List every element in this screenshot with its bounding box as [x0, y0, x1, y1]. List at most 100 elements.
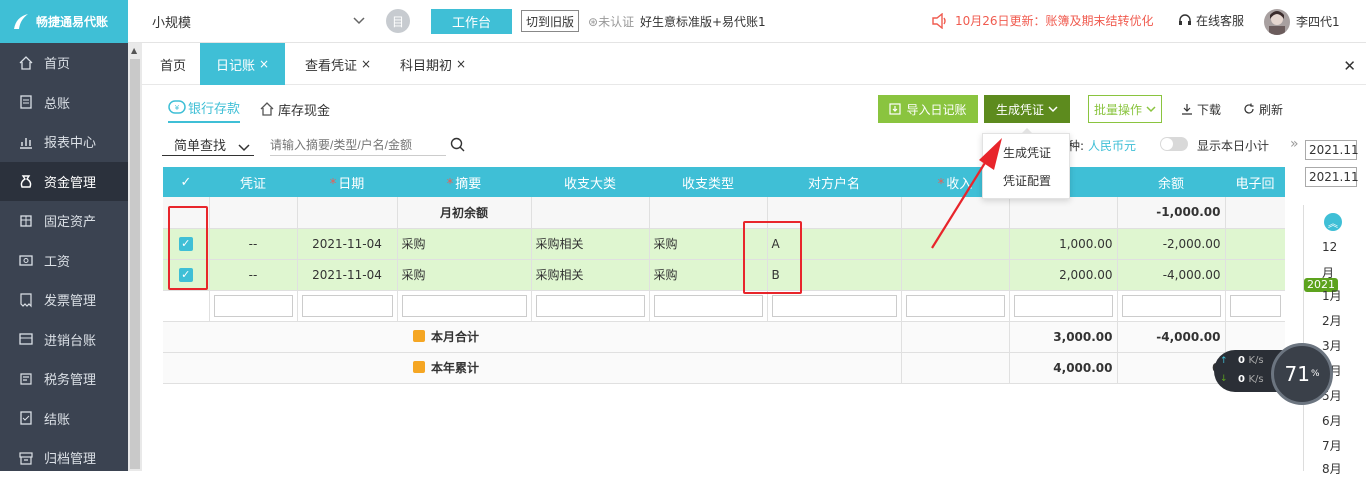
month-item[interactable]: 12 [1322, 240, 1337, 254]
expense-cell[interactable]: 2,000.00 [1009, 259, 1118, 291]
update-notice-text: 10月26日更新：账簿及期末结转优化 [955, 14, 1154, 28]
generate-voucher-button[interactable]: 生成凭证 [984, 95, 1070, 123]
close-icon[interactable]: × [259, 57, 269, 71]
column-header-label: ✓ [180, 174, 192, 190]
tab-home[interactable]: 首页 [144, 43, 202, 85]
table-row[interactable]: ✓ -- 2021-11-04 采购 采购相关 采购 B 2,000.00 -4… [163, 259, 1285, 291]
tab-journal[interactable]: 日记账 × [200, 43, 286, 85]
import-journal-button[interactable]: 导入日记账 [878, 95, 978, 123]
month-item[interactable]: 3月 [1322, 337, 1342, 354]
column-header: 凭证 [209, 167, 297, 197]
date-cell[interactable]: 2021-11-04 [297, 259, 398, 291]
expand-icon[interactable]: » [1290, 136, 1299, 152]
update-notice[interactable]: 10月26日更新：账簿及期末结转优化 [931, 12, 1154, 29]
sidebar-item-5[interactable]: 工资 [0, 241, 128, 281]
sidebar-item-10[interactable]: 归档管理 [0, 438, 128, 478]
tab-view-voucher[interactable]: 查看凭证 × [289, 43, 387, 85]
subtab-cash[interactable]: 库存现金 [260, 95, 330, 123]
sidebar-item-label: 工资 [44, 254, 71, 270]
chevron-down-icon [1146, 106, 1156, 113]
search-icon[interactable] [450, 137, 465, 152]
year-total-label: 本年累计 [431, 361, 480, 375]
sidebar-item-1[interactable]: 总账 [0, 83, 128, 123]
show-subtotal-toggle[interactable] [1160, 137, 1188, 151]
summary-cell[interactable]: 采购 [397, 259, 532, 291]
income-cell[interactable] [901, 259, 1010, 291]
scroll-up-icon[interactable]: ▲ [131, 46, 137, 55]
balance-cell: -2,000.00 [1117, 228, 1226, 260]
sidebar-item-2[interactable]: 报表中心 [0, 122, 128, 162]
money-bag-icon [18, 173, 34, 189]
sidebar: 畅捷通易代账 首页 总账 报表中心 资金管理 固定资产 工资 发票管理 进销台账 税务管理 结账归… [0, 0, 128, 471]
sidebar-item-8[interactable]: 税务管理 [0, 359, 128, 399]
column-header-label: 日期 [338, 176, 365, 192]
receipt-input[interactable] [1229, 294, 1281, 317]
memory-gauge[interactable]: 71% [1271, 343, 1333, 405]
table-row[interactable]: ✓ -- 2021-11-04 采购 采购相关 采购 A 1,000.00 -2… [163, 228, 1285, 260]
category-cell[interactable]: 采购相关 [531, 228, 650, 260]
chevron-down-icon [238, 143, 250, 151]
document-circle-button[interactable]: 目 [386, 9, 410, 33]
chevron-down-icon[interactable] [352, 13, 366, 27]
online-service-link[interactable]: 在线客服 [1178, 12, 1244, 29]
year-total-balance: 0 [1117, 352, 1226, 384]
year-total-row: 本年累计 4,000.00 0 [163, 352, 1285, 384]
type-input[interactable] [653, 294, 763, 317]
tab-subject-opening[interactable]: 科目期初 × [384, 43, 482, 85]
sidebar-item-7[interactable]: 进销台账 [0, 320, 128, 360]
avatar[interactable] [1264, 9, 1290, 35]
opening-balance: -1,000.00 [1117, 197, 1226, 229]
close-icon[interactable]: ✕ [1343, 57, 1356, 75]
balance-input[interactable] [1121, 294, 1221, 317]
workbench-button[interactable]: 工作台 [431, 9, 512, 34]
month-item[interactable]: 7月 [1322, 437, 1342, 454]
sidebar-item-6[interactable]: 发票管理 [0, 280, 128, 320]
refresh-button[interactable]: 刷新 [1238, 95, 1288, 123]
month-item[interactable]: 8月 [1322, 460, 1342, 477]
voucher-input[interactable] [213, 294, 293, 317]
search-mode-select[interactable]: 简单查找 [174, 135, 250, 154]
sidebar-item-9[interactable]: 结账 [0, 399, 128, 439]
month-item[interactable]: 1月 [1322, 287, 1342, 304]
scrollbar-thumb[interactable] [130, 59, 140, 469]
date-from-box[interactable]: 2021.11 [1305, 140, 1359, 160]
category-cell[interactable]: 采购相关 [531, 259, 650, 291]
date-cell[interactable]: 2021-11-04 [297, 228, 398, 260]
logo[interactable]: 畅捷通易代账 [0, 0, 128, 43]
gauge-value: 71 [1284, 362, 1310, 386]
company-selector[interactable]: 小规模 [152, 12, 191, 31]
summary-cell[interactable]: 采购 [397, 228, 532, 260]
sidebar-item-4[interactable]: 固定资产 [0, 201, 128, 241]
username[interactable]: 李四代1 [1296, 13, 1340, 30]
column-header: 收支类型 [649, 167, 767, 197]
party-input[interactable] [771, 294, 897, 317]
batch-operation-button[interactable]: 批量操作 [1088, 95, 1162, 123]
close-icon[interactable]: × [361, 57, 371, 71]
ledger-icon [18, 94, 34, 110]
chevron-up-icon[interactable]: ︽ [1324, 213, 1342, 231]
search-input[interactable] [270, 134, 446, 156]
upload-value: 0 [1238, 355, 1245, 366]
archive-icon [18, 450, 34, 466]
subtab-bank-deposit[interactable]: ¥ 银行存款 [168, 95, 241, 123]
summary-input[interactable] [401, 294, 527, 317]
expense-input[interactable] [1013, 294, 1113, 317]
expense-cell[interactable]: 1,000.00 [1009, 228, 1118, 260]
income-input[interactable] [905, 294, 1005, 317]
sidebar-scrollbar[interactable]: ▲ [128, 43, 142, 471]
subtab-label: 库存现金 [278, 103, 331, 119]
date-input[interactable] [301, 294, 393, 317]
month-item[interactable]: 2月 [1322, 312, 1342, 329]
voucher-cell[interactable]: -- [209, 228, 298, 260]
month-item[interactable]: 6月 [1322, 412, 1342, 429]
switch-old-version-button[interactable]: 切到旧版 [521, 10, 580, 32]
sidebar-item-3[interactable]: 资金管理 [0, 161, 128, 201]
new-entry-row[interactable] [163, 290, 1285, 322]
download-button[interactable]: 下载 [1176, 95, 1226, 123]
close-icon[interactable]: × [456, 57, 466, 71]
sidebar-item-0[interactable]: 首页 [0, 43, 128, 83]
currency-value[interactable]: 人民币元 [1088, 139, 1136, 153]
date-to-box[interactable]: 2021.11 [1305, 167, 1359, 187]
category-input[interactable] [535, 294, 645, 317]
voucher-cell[interactable]: -- [209, 259, 298, 291]
